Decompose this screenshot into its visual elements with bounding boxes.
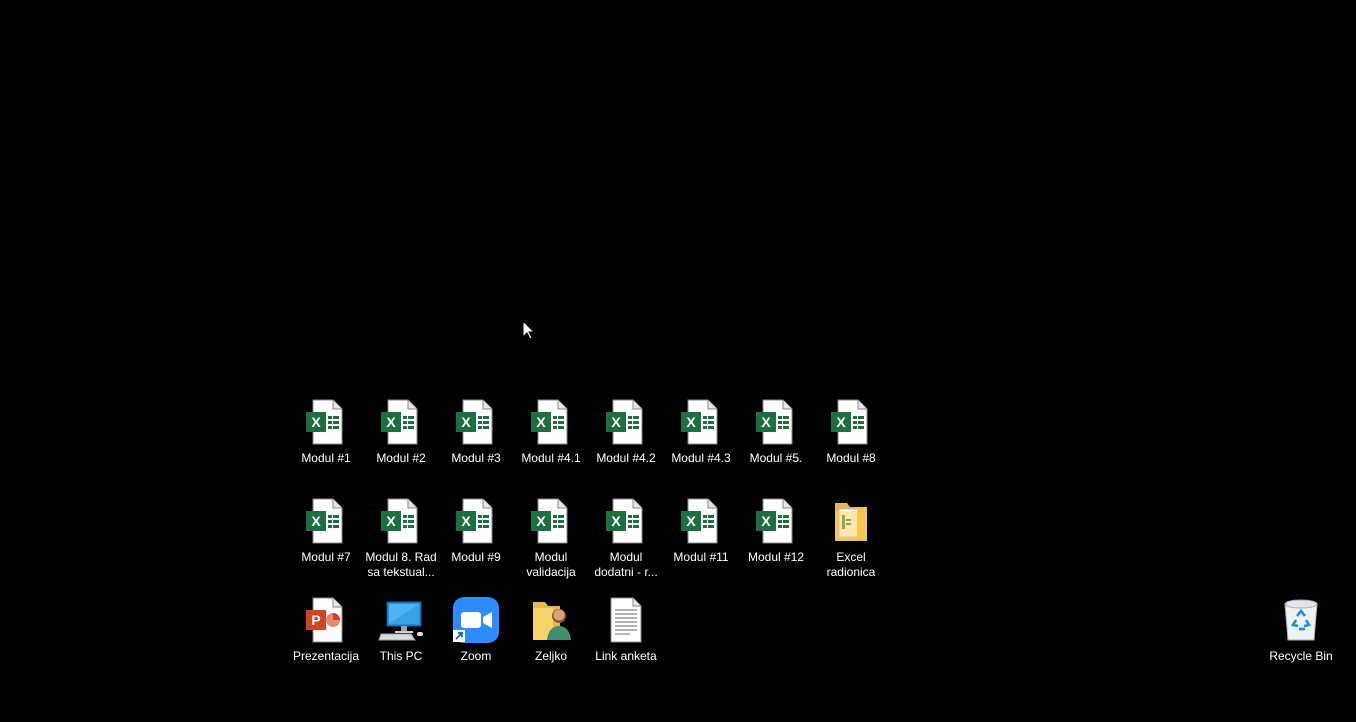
excel-file-icon: X (302, 497, 350, 545)
desktop-icon-label: Prezentacija (292, 649, 360, 663)
desktop-icon-modul-4-2[interactable]: X Modul #4.2 (589, 396, 663, 490)
svg-text:X: X (386, 513, 396, 529)
desktop-icon-excel-radionica[interactable]: Excel radionica (814, 495, 888, 589)
desktop-icon-label: Modul #4.2 (596, 451, 656, 465)
desktop-icon-label: This PC (379, 649, 423, 663)
desktop-icon-label: Recycle Bin (1269, 649, 1333, 663)
desktop-icon-modul-4-1[interactable]: X Modul #4.1 (514, 396, 588, 490)
excel-file-icon: X (377, 497, 425, 545)
desktop-icon-label: Modul validacija (526, 550, 576, 579)
desktop-icon-modul-9[interactable]: X Modul #9 (439, 495, 513, 589)
desktop-icon-label: Modul #5. (749, 451, 803, 465)
excel-file-icon: X (602, 497, 650, 545)
desktop: X Modul #1 X Modul #2 X Modul #3 X Modul… (0, 0, 1356, 722)
desktop-icon-label: Excel radionica (826, 550, 876, 579)
desktop-icon-label: Modul #12 (747, 550, 805, 564)
excel-file-icon: X (377, 398, 425, 446)
desktop-icon-modul-12[interactable]: X Modul #12 (739, 495, 813, 589)
excel-file-icon: X (677, 398, 725, 446)
svg-text:X: X (536, 414, 546, 430)
desktop-icon-label: Modul #7 (301, 550, 351, 564)
user-folder-icon (527, 596, 575, 644)
svg-text:X: X (761, 513, 771, 529)
svg-text:X: X (836, 414, 846, 430)
desktop-icon-label: Modul #3 (451, 451, 501, 465)
desktop-icon-recycle-bin[interactable]: Recycle Bin (1264, 594, 1338, 688)
excel-file-icon: X (452, 497, 500, 545)
desktop-icon-this-pc[interactable]: This PC (364, 594, 438, 688)
excel-file-icon: X (752, 497, 800, 545)
desktop-icon-modul-7[interactable]: X Modul #7 (289, 495, 363, 589)
excel-file-icon: X (752, 398, 800, 446)
svg-text:X: X (461, 513, 471, 529)
excel-file-icon: X (677, 497, 725, 545)
excel-file-icon: X (827, 398, 875, 446)
excel-file-icon: X (302, 398, 350, 446)
svg-text:X: X (461, 414, 471, 430)
desktop-icon-modul-4-3[interactable]: X Modul #4.3 (664, 396, 738, 490)
text-document-icon (602, 596, 650, 644)
svg-text:X: X (536, 513, 546, 529)
desktop-icon-label: Zoom (460, 649, 492, 663)
svg-text:X: X (386, 414, 396, 430)
svg-text:X: X (761, 414, 771, 430)
desktop-icon-label: Modul #9 (451, 550, 501, 564)
recycle-bin-icon (1277, 596, 1325, 644)
desktop-icon-label: Modul #4.3 (671, 451, 731, 465)
desktop-icon-label: Modul 8. Rad sa tekstual... (365, 550, 437, 579)
computer-icon (377, 596, 425, 644)
desktop-icon-label: Modul #1 (301, 451, 351, 465)
svg-text:X: X (611, 513, 621, 529)
desktop-icon-label: Modul dodatni - r... (594, 550, 658, 579)
svg-text:X: X (311, 513, 321, 529)
desktop-icon-modul-2[interactable]: X Modul #2 (364, 396, 438, 490)
desktop-icon-modul-11[interactable]: X Modul #11 (664, 495, 738, 589)
desktop-icon-modul-dodatni[interactable]: X Modul dodatni - r... (589, 495, 663, 589)
desktop-icon-zeljko[interactable]: Zeljko (514, 594, 588, 688)
zoom-app-icon (452, 596, 500, 644)
svg-text:X: X (686, 513, 696, 529)
desktop-icon-modul-8-rad[interactable]: X Modul 8. Rad sa tekstual... (364, 495, 438, 589)
desktop-icon-modul-5[interactable]: X Modul #5. (739, 396, 813, 490)
desktop-icon-modul-validacija[interactable]: X Modul validacija (514, 495, 588, 589)
excel-file-icon: X (602, 398, 650, 446)
desktop-icon-label: Modul #11 (673, 550, 729, 564)
desktop-icon-label: Modul #4.1 (521, 451, 581, 465)
svg-text:P: P (311, 612, 320, 628)
excel-file-icon: X (527, 398, 575, 446)
folder-icon (827, 497, 875, 545)
desktop-icon-label: Modul #8 (826, 451, 876, 465)
powerpoint-file-icon: P (302, 596, 350, 644)
desktop-icon-zoom[interactable]: Zoom (439, 594, 513, 688)
svg-text:X: X (311, 414, 321, 430)
desktop-icon-label: Modul #2 (376, 451, 426, 465)
desktop-icon-label: Zeljko (534, 649, 567, 663)
desktop-icon-label: Link anketa (595, 649, 657, 663)
svg-text:X: X (611, 414, 621, 430)
svg-text:X: X (686, 414, 696, 430)
desktop-icon-modul-1[interactable]: X Modul #1 (289, 396, 363, 490)
desktop-icon-modul-3[interactable]: X Modul #3 (439, 396, 513, 490)
excel-file-icon: X (452, 398, 500, 446)
desktop-icon-link-anketa[interactable]: Link anketa (589, 594, 663, 688)
desktop-icon-prezentacija[interactable]: P Prezentacija (289, 594, 363, 688)
mouse-pointer-icon (522, 319, 536, 340)
desktop-icon-modul-8[interactable]: X Modul #8 (814, 396, 888, 490)
excel-file-icon: X (527, 497, 575, 545)
